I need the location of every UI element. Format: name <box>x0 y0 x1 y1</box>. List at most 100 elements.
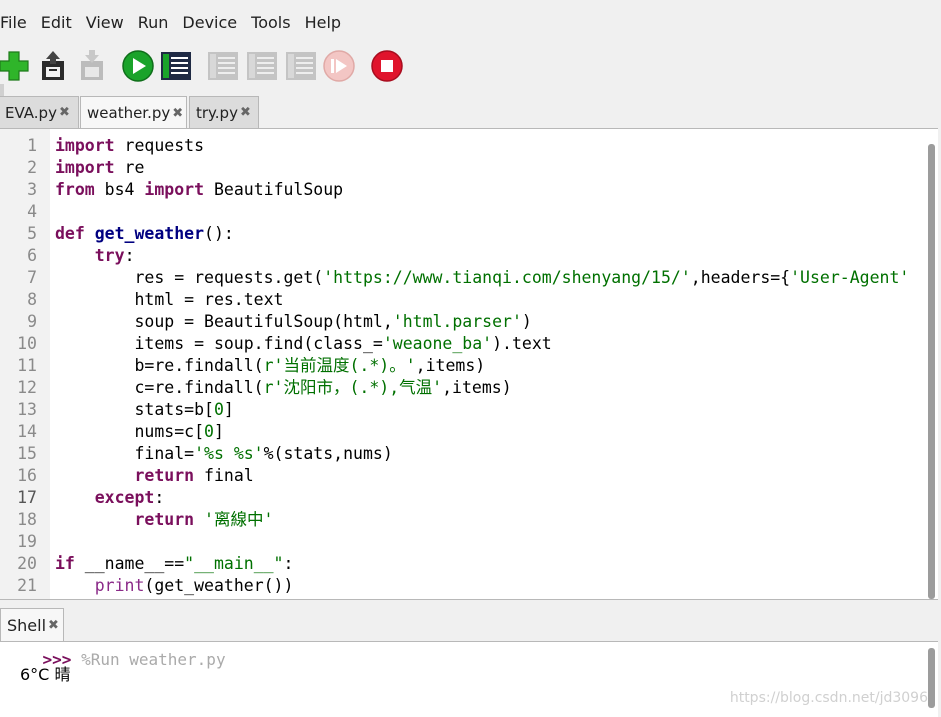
code-line[interactable]: 21 print(get_weather()) <box>0 575 920 597</box>
code-line[interactable]: 4 <box>0 201 920 223</box>
menu-view[interactable]: View <box>79 13 131 32</box>
code-text: b=re.findall(r'当前温度(.*)。',items) <box>55 355 485 377</box>
close-icon[interactable]: ✖ <box>48 618 59 633</box>
code-line[interactable]: 18 return '离線中' <box>0 509 920 531</box>
step-over-icon <box>208 52 238 80</box>
stop-icon <box>371 50 403 82</box>
code-lines: 1 import requests 2 import re 3 from bs4 impo… <box>0 135 920 597</box>
code-line[interactable]: 10 items = soup.find(class_='weaone_ba')… <box>0 333 920 355</box>
code-token: "__main__" <box>184 554 284 573</box>
line-number: 6 <box>27 246 37 265</box>
code-token: ] <box>213 422 224 441</box>
code-text: from bs4 import BeautifulSoup <box>55 179 343 201</box>
code-token: res = requests.get( <box>55 268 324 287</box>
shell-panel[interactable]: >>> %Run weather.py 6°C 晴 >>> https://bl… <box>0 641 938 717</box>
tab-label: Shell <box>7 616 47 635</box>
menu-help[interactable]: Help <box>298 13 348 32</box>
code-token: : <box>124 246 135 265</box>
code-token: (get_weather()) <box>144 576 294 595</box>
code-line[interactable]: 8 html = res.text <box>0 289 920 311</box>
code-token: (): <box>204 224 234 243</box>
line-number: 2 <box>27 158 37 177</box>
code-token: return <box>134 510 195 529</box>
code-text: return '离線中' <box>55 509 273 531</box>
menu-run[interactable]: Run <box>131 13 176 32</box>
code-line[interactable]: 1 import requests <box>0 135 920 157</box>
new-file-button[interactable] <box>0 48 32 84</box>
editor-scrollbar[interactable] <box>928 144 935 599</box>
run-button[interactable] <box>120 48 156 84</box>
tab-eva-py[interactable]: EVA.py ✖ <box>0 96 79 128</box>
code-line[interactable]: 13 stats=b[0] <box>0 399 920 421</box>
close-icon[interactable]: ✖ <box>172 106 183 121</box>
code-token: b=re.findall( <box>55 356 264 375</box>
toolbar <box>0 44 941 90</box>
step-out-icon <box>286 52 316 80</box>
code-line[interactable]: 9 soup = BeautifulSoup(html,'html.parser… <box>0 311 920 333</box>
shell-scrollbar[interactable] <box>928 648 935 708</box>
code-token: requests <box>114 136 205 155</box>
code-line[interactable]: 19 <box>0 531 920 553</box>
line-number: 21 <box>17 576 37 595</box>
tab-weather-py[interactable]: weather.py ✖ <box>80 96 187 129</box>
menu-edit[interactable]: Edit <box>34 13 79 32</box>
close-icon[interactable]: ✖ <box>240 105 251 120</box>
code-line[interactable]: 14 nums=c[0] <box>0 421 920 443</box>
code-token: final= <box>55 444 195 463</box>
menu-tools[interactable]: Tools <box>244 13 297 32</box>
code-line[interactable]: 3 from bs4 import BeautifulSoup <box>0 179 920 201</box>
step-into-icon <box>247 52 277 80</box>
code-line[interactable]: 15 final='%s %s'%(stats,nums) <box>0 443 920 465</box>
code-line[interactable]: 7 res = requests.get('https://www.tianqi… <box>0 267 920 289</box>
code-line[interactable]: 11 b=re.findall(r'当前温度(.*)。',items) <box>0 355 920 377</box>
code-token: ,items) <box>442 378 512 397</box>
open-file-button[interactable] <box>35 48 71 84</box>
code-token: except <box>94 488 155 507</box>
code-line[interactable]: 6 try: <box>0 245 920 267</box>
code-line[interactable]: 20 if __name__=="__main__": <box>0 553 920 575</box>
code-token: ,items) <box>415 356 486 375</box>
code-token: '离線中' <box>204 510 274 529</box>
code-token: def <box>55 224 85 243</box>
close-icon[interactable]: ✖ <box>59 105 70 120</box>
code-line[interactable]: 17 except: <box>0 487 920 509</box>
code-text: def get_weather(): <box>55 223 234 245</box>
code-text: except: <box>55 487 165 509</box>
code-token: __name__== <box>74 554 185 573</box>
save-button[interactable] <box>74 48 110 84</box>
tab-label: EVA.py <box>5 103 57 122</box>
code-line[interactable]: 12 c=re.findall(r'沈阳市，(.*),气温',items) <box>0 377 920 399</box>
debug-icon <box>161 52 191 80</box>
code-token: ) <box>521 312 532 331</box>
step-out-button[interactable] <box>283 48 319 84</box>
tab-try-py[interactable]: try.py ✖ <box>189 96 259 128</box>
menu-file[interactable]: File <box>0 13 34 32</box>
code-line[interactable]: 5 def get_weather(): <box>0 223 920 245</box>
stop-button[interactable] <box>369 48 405 84</box>
tab-shell[interactable]: Shell ✖ <box>0 608 64 642</box>
shell-tab-bar: Shell ✖ <box>0 600 941 642</box>
code-token: ,headers={ <box>690 268 791 287</box>
line-number: 8 <box>27 290 37 309</box>
save-disabled-icon <box>81 50 103 80</box>
debug-button[interactable] <box>158 48 194 84</box>
menu-device[interactable]: Device <box>175 13 244 32</box>
shell-input-line[interactable]: >>> <box>4 694 72 717</box>
code-line[interactable]: 16 return final <box>0 465 920 487</box>
editor-tab-bar: EVA.py ✖ weather.py ✖ try.py ✖ <box>0 94 941 129</box>
step-over-button[interactable] <box>205 48 241 84</box>
code-token: : <box>154 488 165 507</box>
code-token: 'https://www.tianqi.com/shenyang/15/' <box>323 268 691 287</box>
shell-output: 6°C 晴 <box>20 665 71 684</box>
step-into-button[interactable] <box>244 48 280 84</box>
resume-button[interactable] <box>321 48 357 84</box>
menu-bar: File Edit View Run Device Tools Help <box>0 0 941 44</box>
line-number: 17 <box>17 488 37 507</box>
code-line[interactable]: 2 import re <box>0 157 920 179</box>
line-number: 4 <box>27 202 37 221</box>
code-editor[interactable]: 1 import requests 2 import re 3 from bs4 impo… <box>0 128 938 600</box>
